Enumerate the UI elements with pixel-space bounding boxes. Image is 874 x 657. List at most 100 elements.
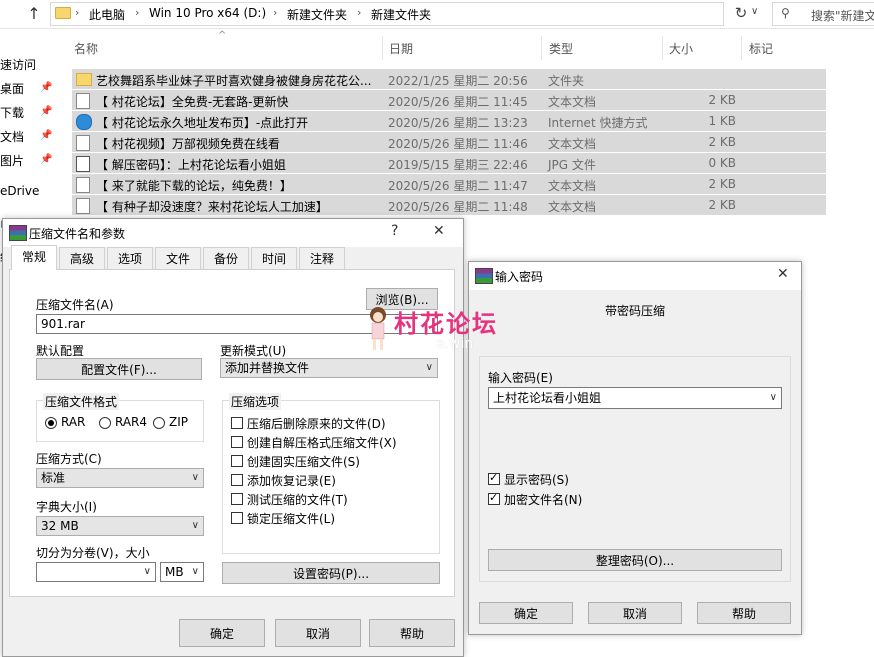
file-type: Internet 快捷方式 xyxy=(548,116,648,130)
column-divider[interactable] xyxy=(741,36,742,60)
split-size-input[interactable]: ∨ xyxy=(36,562,156,582)
close-icon[interactable]: ✕ xyxy=(433,223,445,239)
file-name: 【 解压密码】：上村花论坛看小姐姐 xyxy=(96,158,286,172)
help-button[interactable]: 帮助 xyxy=(697,602,791,624)
file-name: 【 有种子却没速度？来村花论坛人工加速】 xyxy=(96,200,328,214)
radio-zip[interactable] xyxy=(153,417,165,429)
dialog-titlebar[interactable]: 输入密码 ✕ xyxy=(469,262,801,290)
nav-item-desktop[interactable]: 桌面 xyxy=(0,80,24,97)
help-icon[interactable]: ? xyxy=(391,223,398,239)
tab-time[interactable]: 时间 xyxy=(251,247,297,269)
file-row[interactable]: 【 有种子却没速度？来村花论坛人工加速】 2020/5/26 星期二 11:48… xyxy=(72,195,826,215)
chevron-down-icon[interactable]: ∨ xyxy=(751,6,758,17)
radio-zip-label: ZIP xyxy=(169,415,188,429)
search-input[interactable]: ⚲ 搜索"新建文 xyxy=(772,2,874,26)
breadcrumb-folder[interactable]: 新建文件夹 xyxy=(287,6,347,23)
profiles-button[interactable]: 配置文件(F)... xyxy=(36,358,202,380)
tab-advanced[interactable]: 高级 xyxy=(59,247,105,269)
password-input[interactable]: 上村花论坛看小姐姐 ∨ xyxy=(488,387,782,409)
dialog-titlebar[interactable]: 压缩文件名和参数 ? ✕ xyxy=(3,219,463,247)
delete-after-label: 压缩后删除原来的文件(D) xyxy=(247,417,386,431)
archive-options-label: 压缩选项 xyxy=(229,393,282,410)
breadcrumb-subfolder[interactable]: 新建文件夹 xyxy=(371,6,431,23)
column-header-type[interactable]: 类型 xyxy=(549,40,573,57)
search-placeholder: 搜索"新建文 xyxy=(811,9,874,23)
set-password-button[interactable]: 设置密码(P)... xyxy=(222,562,440,584)
lock-archive-label: 锁定压缩文件(L) xyxy=(247,512,336,526)
chevron-down-icon: ∨ xyxy=(425,362,433,373)
file-row[interactable]: 【 村花论坛】全免费-无套路-更新快 2020/5/26 星期二 11:45 文… xyxy=(72,90,826,110)
nav-item-pictures[interactable]: 图片 xyxy=(0,152,24,169)
file-row[interactable]: 【 村花论坛永久地址发布页】-点此打开 2020/5/26 星期二 13:23 … xyxy=(72,111,826,131)
show-password-checkbox[interactable] xyxy=(488,471,500,485)
breadcrumb-drive[interactable]: Win 10 Pro x64 (D:) xyxy=(149,6,266,20)
file-row[interactable]: 【 来了就能下载的论坛，纯免费！】 2020/5/26 星期二 11:47 文本… xyxy=(72,174,826,194)
column-header-size[interactable]: 大小 xyxy=(669,40,693,57)
organize-passwords-button[interactable]: 整理密码(O)... xyxy=(488,549,782,571)
file-row[interactable]: 艺校舞蹈系毕业妹子平时喜欢健身被健身房花花公... 2022/1/25 星期二 … xyxy=(72,69,826,89)
test-files-checkbox[interactable] xyxy=(231,493,243,505)
nav-item-downloads[interactable]: 下载 xyxy=(0,104,24,121)
create-sfx-checkbox[interactable] xyxy=(231,436,243,448)
mascot-image xyxy=(370,307,386,350)
split-unit-select[interactable]: MB ∨ xyxy=(160,562,204,582)
tab-general[interactable]: 常规 xyxy=(11,245,57,270)
address-bar[interactable]: › 此电脑 › Win 10 Pro x64 (D:) › 新建文件夹 › 新建… xyxy=(50,2,758,26)
column-divider[interactable] xyxy=(541,36,542,60)
tab-comment[interactable]: 注释 xyxy=(299,247,345,269)
cancel-button[interactable]: 取消 xyxy=(588,602,682,624)
folder-icon xyxy=(76,73,92,86)
chevron-right-icon: › xyxy=(75,6,80,19)
nav-item-quick-access[interactable]: 速访问 xyxy=(0,56,36,73)
up-arrow-icon[interactable]: ↑ xyxy=(24,4,44,24)
close-icon[interactable]: ✕ xyxy=(777,266,789,282)
column-header-date[interactable]: 日期 xyxy=(389,40,413,57)
column-divider[interactable] xyxy=(662,36,663,60)
dictionary-size-value: 32 MB xyxy=(41,519,79,533)
nav-item-onedrive[interactable]: eDrive xyxy=(0,184,39,198)
address-toolbar: ↑ › 此电脑 › Win 10 Pro x64 (D:) › 新建文件夹 › … xyxy=(0,0,874,29)
password-panel: 输入密码(E) 上村花论坛看小姐姐 ∨ 显示密码(S) 加密文件名(N) 整理密… xyxy=(479,356,791,582)
compression-method-select[interactable]: 标准 ∨ xyxy=(36,468,204,488)
file-size: 2 KB xyxy=(708,135,736,149)
update-mode-select[interactable]: 添加并替换文件 ∨ xyxy=(220,358,438,378)
dialog-title: 输入密码 xyxy=(495,270,544,284)
encrypt-names-label: 加密文件名(N) xyxy=(504,493,583,507)
internet-shortcut-icon xyxy=(76,114,92,130)
help-button[interactable]: 帮助 xyxy=(369,619,455,647)
solid-archive-checkbox[interactable] xyxy=(231,455,243,467)
password-heading: 带密码压缩 xyxy=(605,304,666,318)
breadcrumb-this-pc[interactable]: 此电脑 xyxy=(89,6,125,23)
password-value: 上村花论坛看小姐姐 xyxy=(493,391,602,405)
tab-backup[interactable]: 备份 xyxy=(203,247,249,269)
compression-method-label: 压缩方式(C) xyxy=(36,452,102,466)
nav-item-documents[interactable]: 文档 xyxy=(0,128,24,145)
radio-rar[interactable] xyxy=(45,417,57,429)
text-file-icon xyxy=(76,198,90,214)
column-header-name[interactable]: 名称 xyxy=(74,40,98,57)
refresh-icon[interactable]: ↻ xyxy=(730,2,752,24)
file-row[interactable]: 【 解压密码】：上村花论坛看小姐姐 2019/5/15 星期三 22:46 JP… xyxy=(72,153,826,173)
archive-options-group: 压缩选项 压缩后删除原来的文件(D) 创建自解压格式压缩文件(X) 创建固实压缩… xyxy=(222,393,440,554)
radio-rar4[interactable] xyxy=(99,417,111,429)
split-unit-value: MB xyxy=(165,565,184,579)
column-divider[interactable] xyxy=(382,36,383,60)
column-header-tag[interactable]: 标记 xyxy=(749,40,773,57)
file-row[interactable]: 【 村花视频】万部视频免费在线看 2020/5/26 星期二 11:46 文本文… xyxy=(72,132,826,152)
tab-options[interactable]: 选项 xyxy=(107,247,153,269)
radio-rar-label: RAR xyxy=(61,415,86,429)
dictionary-size-select[interactable]: 32 MB ∨ xyxy=(36,516,204,536)
delete-after-checkbox[interactable] xyxy=(231,417,243,429)
recovery-record-checkbox[interactable] xyxy=(231,474,243,486)
cancel-button[interactable]: 取消 xyxy=(275,619,361,647)
dialog-title: 压缩文件名和参数 xyxy=(29,227,126,241)
tab-files[interactable]: 文件 xyxy=(155,247,201,269)
encrypt-names-checkbox[interactable] xyxy=(488,491,500,505)
pin-icon: 📌 xyxy=(40,106,53,117)
ok-button[interactable]: 确定 xyxy=(479,602,573,624)
ok-button[interactable]: 确定 xyxy=(179,619,265,647)
lock-archive-checkbox[interactable] xyxy=(231,512,243,524)
chevron-down-icon: ∨ xyxy=(191,520,199,531)
file-date: 2020/5/26 星期二 11:46 xyxy=(388,137,528,151)
chevron-right-icon: › xyxy=(135,6,140,19)
